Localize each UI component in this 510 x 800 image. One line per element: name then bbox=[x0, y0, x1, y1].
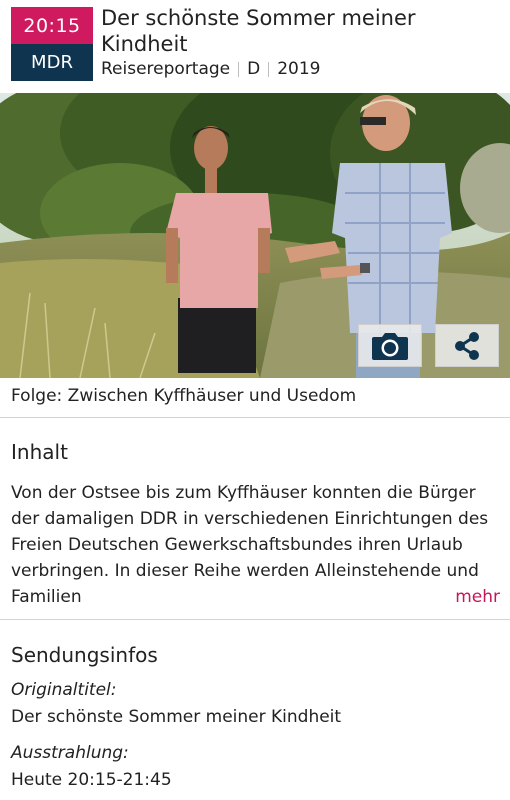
year: 2019 bbox=[277, 59, 321, 79]
meta-separator bbox=[268, 61, 270, 77]
broadcast-value: Heute 20:15-21:45 bbox=[11, 770, 172, 790]
divider bbox=[0, 619, 510, 620]
broadcast-label: Ausstrahlung: bbox=[11, 743, 129, 763]
more-link[interactable]: mehr bbox=[455, 584, 500, 610]
program-image bbox=[0, 93, 510, 378]
camera-icon bbox=[372, 332, 408, 360]
info-heading: Sendungsinfos bbox=[11, 643, 158, 667]
genre: Reisereportage bbox=[101, 59, 231, 79]
channel-name: MDR bbox=[11, 44, 93, 81]
share-button[interactable] bbox=[435, 324, 499, 367]
content-description: Von der Ostsee bis zum Kyffhäuser konnte… bbox=[11, 480, 503, 610]
content-heading: Inhalt bbox=[11, 440, 68, 464]
share-icon bbox=[455, 331, 479, 360]
start-time: 20:15 bbox=[11, 7, 93, 44]
country: D bbox=[247, 59, 261, 79]
meta-separator bbox=[238, 61, 240, 77]
program-header: 20:15 MDR Der schönste Sommer meiner Kin… bbox=[0, 0, 510, 90]
program-title: Der schönste Sommer meiner Kindheit bbox=[101, 6, 416, 56]
original-title-value: Der schönste Sommer meiner Kindheit bbox=[11, 707, 342, 727]
photo-gallery-button[interactable] bbox=[358, 324, 422, 367]
divider bbox=[0, 417, 510, 418]
time-channel-badge: 20:15 MDR bbox=[11, 7, 93, 81]
program-meta: Reisereportage D 2019 bbox=[101, 59, 321, 79]
original-title-label: Originaltitel: bbox=[11, 680, 117, 700]
episode-title: Folge: Zwischen Kyffhäuser und Usedom bbox=[11, 386, 357, 406]
